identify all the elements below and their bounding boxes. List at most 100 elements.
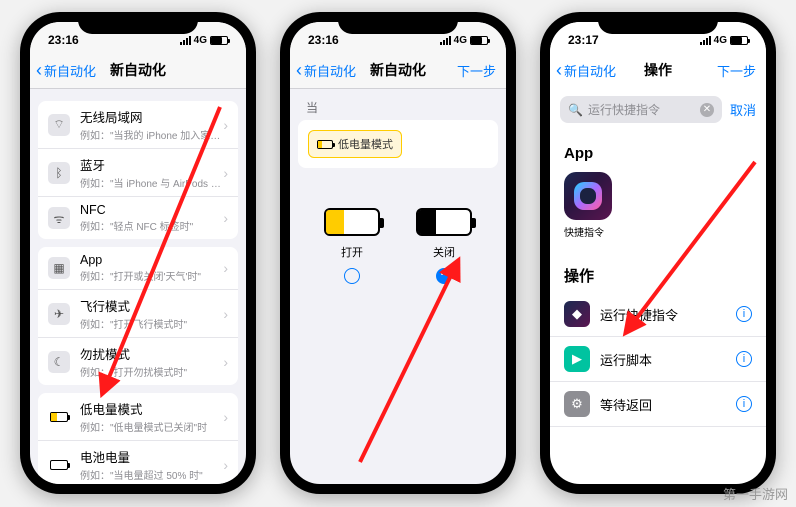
chevron-right-icon: ›: [223, 260, 228, 276]
option-label: 打开: [341, 244, 363, 260]
content[interactable]: ⌔ 无线局域网 例如："当我的 iPhone 加入家庭局域网时" › ᛒ 蓝牙 …: [30, 89, 246, 484]
radio-unchecked[interactable]: [344, 268, 360, 284]
row-title: 飞行模式: [80, 296, 223, 315]
cancel-button[interactable]: 取消: [730, 100, 756, 119]
radio-checked[interactable]: [436, 268, 452, 284]
phone-3: 23:17 4G ‹ 新自动化 操作 下一步 🔍 运行快捷指令 ✕ 取消: [540, 12, 776, 494]
content[interactable]: App 快捷指令 操作 ◆ 运行快捷指令 i ▶ 运行脚本 i ⚙: [550, 131, 766, 484]
row-battery-level[interactable]: 电池电量 例如："当电量超过 50% 时" ›: [38, 440, 238, 484]
network-label: 4G: [714, 35, 727, 46]
info-icon[interactable]: i: [736, 351, 752, 367]
search-row: 🔍 运行快捷指令 ✕ 取消: [550, 88, 766, 131]
wifi-icon: ⌔: [48, 114, 70, 136]
pill-label: 低电量模式: [338, 136, 393, 152]
script-icon: ▶: [564, 346, 590, 372]
battery-icon: [317, 140, 333, 149]
status-right: 4G: [700, 35, 748, 46]
section-app-header: App: [550, 131, 766, 168]
search-input[interactable]: 🔍 运行快捷指令 ✕: [560, 96, 722, 123]
wait-icon: ⚙: [564, 391, 590, 417]
option-label: 关闭: [433, 244, 455, 260]
group-power: 低电量模式 例如："低电量模式已关闭"时 › 电池电量 例如："当电量超过 50…: [38, 393, 238, 484]
clear-icon[interactable]: ✕: [700, 103, 714, 117]
row-title: 电池电量: [80, 447, 223, 466]
screen: 23:17 4G ‹ 新自动化 操作 下一步 🔍 运行快捷指令 ✕ 取消: [550, 22, 766, 484]
row-app[interactable]: ▦ App 例如："打开或关闭'天气'时" ›: [38, 247, 238, 289]
shortcut-icon: ◆: [564, 301, 590, 327]
chevron-right-icon: ›: [223, 165, 228, 181]
nav-bar: ‹ 新自动化 新自动化: [30, 52, 246, 89]
chevron-right-icon: ›: [223, 117, 228, 133]
row-bluetooth[interactable]: ᛒ 蓝牙 例如："当 iPhone 与 AirPods 连接时" ›: [38, 148, 238, 196]
chevron-right-icon: ›: [223, 457, 228, 473]
screen: 23:16 4G ‹ 新自动化 新自动化 ⌔ 无线局域网 例如："当我的 iPh…: [30, 22, 246, 484]
battery-level-icon: [48, 454, 70, 476]
status-time: 23:16: [48, 33, 79, 47]
next-button[interactable]: 下一步: [717, 61, 756, 80]
phone-2: 23:16 4G ‹ 新自动化 新自动化 下一步 当 低电量模式: [280, 12, 516, 494]
signal-icon: [180, 36, 191, 45]
row-sub: 例如："低电量模式已关闭"时: [80, 419, 223, 434]
op-run-script[interactable]: ▶ 运行脚本 i: [550, 337, 766, 382]
status-right: 4G: [180, 35, 228, 46]
chevron-right-icon: ›: [223, 409, 228, 425]
back-button[interactable]: ‹ 新自动化: [296, 61, 356, 80]
row-sub: 例如："打开飞行模式时": [80, 316, 223, 331]
op-title: 等待返回: [600, 395, 726, 414]
app-tile-shortcuts[interactable]: 快捷指令: [550, 168, 766, 251]
row-airplane[interactable]: ✈ 飞行模式 例如："打开飞行模式时" ›: [38, 289, 238, 337]
shortcuts-app-icon: [564, 172, 612, 220]
row-sub: 例如："打开或关闭'天气'时": [80, 268, 223, 283]
airplane-icon: ✈: [48, 303, 70, 325]
row-sub: 例如："当电量超过 50% 时": [80, 467, 223, 482]
network-label: 4G: [454, 35, 467, 46]
battery-icon: [210, 36, 228, 45]
row-low-power[interactable]: 低电量模式 例如："低电量模式已关闭"时 ›: [38, 393, 238, 440]
nav-bar: ‹ 新自动化 操作 下一步: [550, 52, 766, 88]
battery-icon: [730, 36, 748, 45]
row-title: 勿扰模式: [80, 344, 223, 363]
row-nfc[interactable]: ᯤ NFC 例如："轻点 NFC 标签时" ›: [38, 196, 238, 239]
moon-icon: ☾: [48, 351, 70, 373]
info-icon[interactable]: i: [736, 306, 752, 322]
status-time: 23:16: [308, 33, 339, 47]
group-modes: ▦ App 例如："打开或关闭'天气'时" › ✈ 飞行模式 例如："打开飞行模…: [38, 247, 238, 385]
nfc-icon: ᯤ: [48, 207, 70, 229]
row-title: 蓝牙: [80, 155, 223, 174]
nav-title: 新自动化: [370, 60, 426, 80]
op-wait-return[interactable]: ⚙ 等待返回 i: [550, 382, 766, 427]
battery-on-icon: [324, 208, 380, 236]
chevron-left-icon: ‹: [556, 61, 562, 79]
signal-icon: [440, 36, 451, 45]
option-on[interactable]: 打开: [324, 208, 380, 284]
row-sub: 例如："打开勿扰模式时": [80, 364, 223, 379]
chevron-left-icon: ‹: [36, 61, 42, 79]
row-dnd[interactable]: ☾ 勿扰模式 例如："打开勿扰模式时" ›: [38, 337, 238, 385]
notch: [78, 12, 198, 34]
watermark: 第一手游网: [723, 484, 788, 503]
op-run-shortcut[interactable]: ◆ 运行快捷指令 i: [550, 292, 766, 337]
condition-row: 低电量模式: [298, 120, 498, 168]
back-button[interactable]: ‹ 新自动化: [556, 61, 616, 80]
low-power-pill[interactable]: 低电量模式: [308, 130, 402, 158]
back-label: 新自动化: [564, 61, 616, 80]
info-icon[interactable]: i: [736, 396, 752, 412]
next-button[interactable]: 下一步: [457, 61, 496, 80]
nav-title: 操作: [644, 60, 672, 80]
chevron-left-icon: ‹: [296, 61, 302, 79]
row-wifi[interactable]: ⌔ 无线局域网 例如："当我的 iPhone 加入家庭局域网时" ›: [38, 101, 238, 148]
row-title: 低电量模式: [80, 399, 223, 418]
status-right: 4G: [440, 35, 488, 46]
row-title: App: [80, 253, 223, 267]
chevron-right-icon: ›: [223, 210, 228, 226]
notch: [338, 12, 458, 34]
ops-list: ◆ 运行快捷指令 i ▶ 运行脚本 i ⚙ 等待返回 i: [550, 292, 766, 427]
notch: [598, 12, 718, 34]
low-power-icon: [48, 406, 70, 428]
nav-bar: ‹ 新自动化 新自动化 下一步: [290, 52, 506, 89]
back-label: 新自动化: [44, 61, 96, 80]
row-sub: 例如："轻点 NFC 标签时": [80, 218, 223, 233]
battery-off-icon: [416, 208, 472, 236]
option-off[interactable]: 关闭: [416, 208, 472, 284]
back-button[interactable]: ‹ 新自动化: [36, 61, 96, 80]
